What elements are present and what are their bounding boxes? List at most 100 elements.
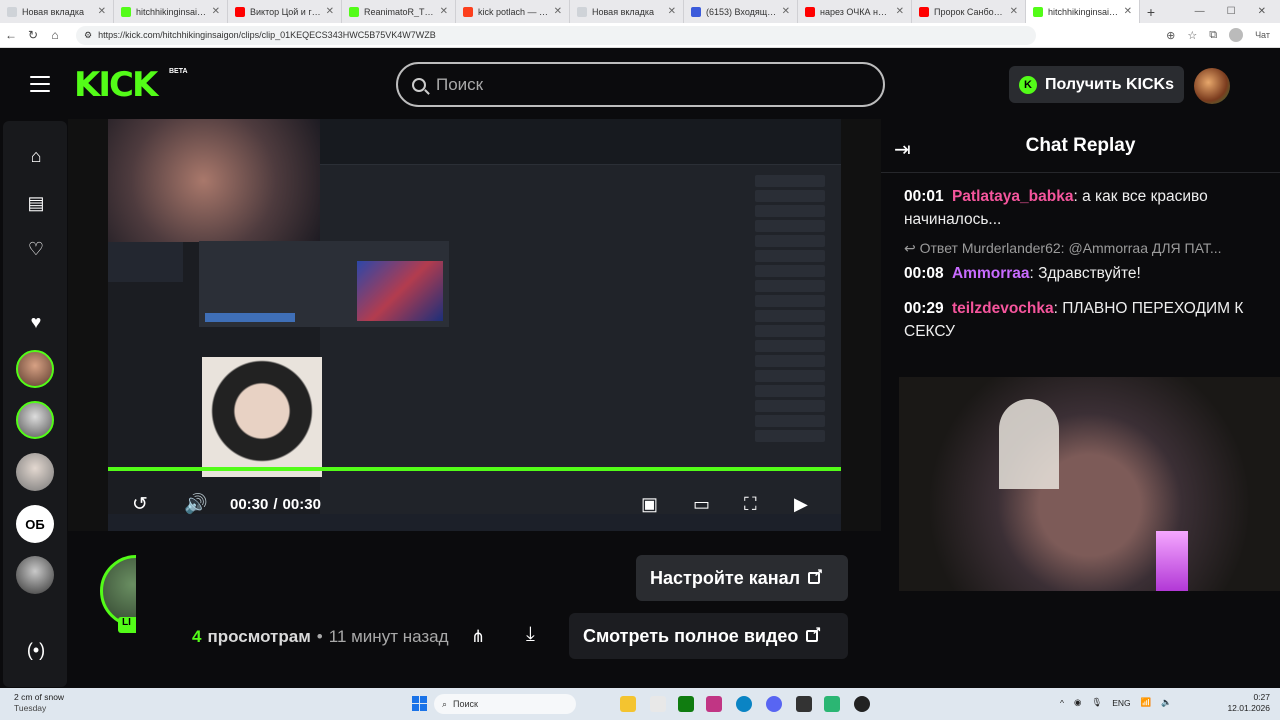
followed-heart-icon[interactable]: ♥ (25, 311, 47, 333)
file-explorer-icon[interactable] (620, 696, 636, 712)
tab-close-icon[interactable]: ✕ (212, 6, 220, 17)
live-channels-icon[interactable]: (•) (25, 639, 47, 661)
tab-title: Новая вкладка (22, 6, 85, 17)
chat-label[interactable]: Чат (1255, 30, 1270, 40)
download-icon[interactable]: ⤓ (526, 623, 535, 646)
tray-chevron-icon[interactable]: ^ (1060, 698, 1064, 708)
maximize-icon[interactable]: ☐ (1227, 6, 1236, 17)
url-field[interactable]: ⚙ https://kick.com/hitchhikinginsaigon/c… (76, 25, 1036, 45)
followed-channel-avatar[interactable] (16, 453, 54, 491)
message-user[interactable]: Ammorraa (952, 265, 1030, 282)
message-user[interactable]: Patlataya_babka (952, 188, 1074, 205)
window-controls: — ☐ ✕ (1195, 6, 1280, 17)
get-kicks-button[interactable]: K Получить KICKs (1009, 66, 1184, 103)
watch-full-video-button[interactable]: Смотреть полное видео (569, 613, 848, 659)
browser-tab-bar: Новая вкладка ✕ hitchhikinginsaigon ✕ Виктор… (0, 0, 1280, 23)
channel-avatar[interactable]: LI (100, 555, 136, 635)
obs-icon[interactable] (854, 696, 870, 712)
browser-tab[interactable]: Новая вкладка ✕ (0, 0, 114, 23)
taskbar-search[interactable]: ⌕ Поиск (434, 694, 576, 714)
tab-close-icon[interactable]: ✕ (1124, 6, 1132, 17)
browser-tab[interactable]: Виктор Цой и груп ✕ (228, 0, 342, 23)
browse-nav-icon[interactable]: ▤ (25, 192, 47, 214)
message-text: Здравствуйте! (1038, 265, 1141, 282)
close-icon[interactable]: ✕ (1258, 6, 1266, 17)
tab-close-icon[interactable]: ✕ (668, 6, 676, 17)
reload-icon[interactable]: ↻ (22, 28, 44, 42)
site-info-icon[interactable]: ⚙ (84, 30, 92, 41)
app-icon[interactable] (706, 696, 722, 712)
theater-mode-icon[interactable]: ▭ (693, 492, 710, 516)
browser-tab[interactable]: Новая вкладка ✕ (570, 0, 684, 23)
tab-close-icon[interactable]: ✕ (896, 6, 904, 17)
video-image (202, 357, 322, 477)
setup-channel-button[interactable]: Настройте канал (636, 555, 848, 601)
reply-reference: ↩ Ответ Murderlander62: @Ammorraa ДЛЯ ПА… (904, 240, 1254, 257)
browser-tab[interactable]: (6153) Входящие - ✕ (684, 0, 798, 23)
fullscreen-icon[interactable]: ⛶ (744, 492, 757, 516)
meta-dot: • (316, 627, 323, 646)
share-icon[interactable]: ⋔ (471, 627, 485, 647)
kick-logo[interactable]: KICK (74, 68, 158, 102)
tab-close-icon[interactable]: ✕ (554, 6, 562, 17)
xbox-icon[interactable] (678, 696, 694, 712)
browser-tab[interactable]: hitchhikinginsaigon ✕ (1026, 0, 1140, 23)
kick-page: KICK BETA K Получить KICKs ⌂ ▤ ♡ ♥ OБ (•… (0, 49, 1280, 687)
microphone-icon[interactable]: 🎙 (1091, 697, 1102, 708)
tab-favicon-icon (1033, 6, 1043, 17)
app-icon[interactable] (796, 696, 812, 712)
mini-player-icon[interactable]: ▣ (641, 492, 658, 516)
discord-icon[interactable] (766, 696, 782, 712)
weather-widget[interactable]: 2 cm of snow Tuesday (14, 692, 64, 714)
edge-icon[interactable] (736, 696, 752, 712)
followed-channel-avatar[interactable] (16, 556, 54, 594)
tab-close-icon[interactable]: ✕ (782, 6, 790, 17)
extensions-icon[interactable]: ⧉ (1209, 29, 1217, 42)
clock[interactable]: 0:27 12.01.2026 (1218, 692, 1270, 714)
zoom-icon[interactable]: ⊕ (1166, 29, 1175, 42)
time-display: 00:30 / 00:30 (230, 492, 321, 516)
new-tab-button[interactable]: + (1140, 4, 1162, 20)
search-box[interactable] (396, 62, 885, 107)
profile-avatar[interactable] (1229, 28, 1244, 42)
progress-bar[interactable] (108, 467, 841, 471)
replay-icon[interactable]: ↺ (132, 492, 148, 516)
tab-close-icon[interactable]: ✕ (440, 6, 448, 17)
browser-tab[interactable]: ReanimatoR_TV - V ✕ (342, 0, 456, 23)
followed-channel-avatar[interactable]: OБ (16, 505, 54, 543)
tab-favicon-icon (805, 6, 815, 17)
message-user[interactable]: teilzdevochka (952, 300, 1054, 317)
language-indicator[interactable]: ENG (1112, 698, 1130, 708)
menu-icon[interactable] (30, 76, 50, 92)
store-icon[interactable] (650, 696, 666, 712)
following-nav-icon[interactable]: ♡ (25, 238, 47, 260)
browser-tab[interactable]: kick potlach — Янд ✕ (456, 0, 570, 23)
browser-tab[interactable]: hitchhikinginsaigon ✕ (114, 0, 228, 23)
start-button[interactable] (412, 696, 427, 711)
browser-toolbar: ⊕ ☆ ⧉ Чат (1166, 28, 1280, 42)
chat-message: 00:08 Ammorraa: Здравствуйте! (904, 265, 1141, 282)
speaker-icon[interactable]: 🔈 (1161, 697, 1172, 708)
wifi-icon[interactable]: 📶 (1141, 697, 1152, 708)
favorite-icon[interactable]: ☆ (1187, 29, 1197, 42)
home-nav-icon[interactable]: ⌂ (25, 145, 47, 167)
browser-tab[interactable]: нарез ОЧКА накла ✕ (798, 0, 912, 23)
browser-tab[interactable]: Пророк Санбой(А ✕ (912, 0, 1026, 23)
followed-channel-avatar[interactable] (16, 350, 54, 388)
tab-close-icon[interactable]: ✕ (326, 6, 334, 17)
back-icon[interactable]: ← (0, 28, 22, 42)
tab-close-icon[interactable]: ✕ (98, 6, 106, 17)
tab-favicon-icon (577, 6, 587, 17)
volume-icon[interactable]: 🔊 (184, 492, 208, 516)
followed-channel-avatar[interactable] (16, 401, 54, 439)
app-icon[interactable] (824, 696, 840, 712)
tab-close-icon[interactable]: ✕ (1010, 6, 1018, 17)
search-input[interactable] (436, 74, 836, 95)
user-avatar[interactable] (1194, 68, 1230, 104)
clip-player[interactable]: ↺ 🔊 00:30 / 00:30 ▣ ▭ ⛶ ▶ (68, 119, 881, 531)
play-icon[interactable]: ▶ (794, 492, 808, 516)
minimize-icon[interactable]: — (1195, 6, 1205, 17)
tray-app-icon[interactable]: ◉ (1074, 697, 1081, 708)
home-icon[interactable]: ⌂ (44, 28, 66, 42)
tab-title: нарез ОЧКА накла (820, 6, 891, 17)
